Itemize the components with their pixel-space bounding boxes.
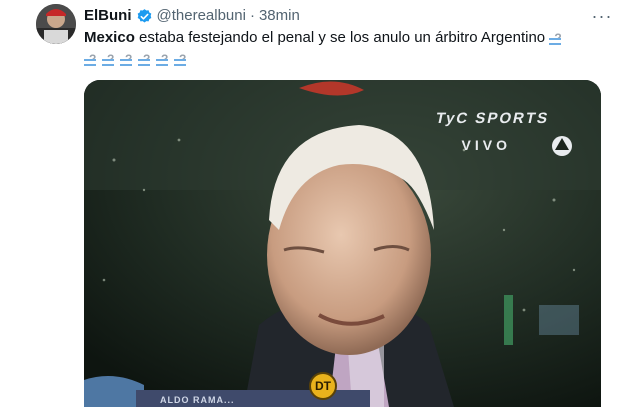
handle[interactable]: @therealbuni [157,6,246,26]
video-frame [84,80,601,407]
flag-emoji-icon: ? [549,29,563,47]
tweet-text: Mexico estaba festejando el penal y se l… [84,28,604,68]
avatar-image [36,4,76,44]
tweet-header: ElBuni @therealbuni · 38min [84,6,595,26]
flag-emoji-icon: ? [138,50,152,68]
tweet: ElBuni @therealbuni · 38min ··· Mexico e… [0,0,635,407]
video-media[interactable]: TyC SPORTS VIVO ALDO RAMA... DT [84,80,601,407]
emoji-group: ? ? ? ? ? ? [84,50,604,68]
dt-badge: DT [309,372,337,400]
flag-emoji-icon: ? [84,50,98,68]
timestamp[interactable]: 38min [259,6,300,26]
emoji-group: ? [549,29,563,47]
tweet-text-bold: Mexico [84,29,135,46]
flag-emoji-icon: ? [156,50,170,68]
avatar[interactable] [36,4,76,44]
separator-dot: · [249,7,255,24]
flag-emoji-icon: ? [174,50,188,68]
more-options-icon[interactable]: ··· [591,6,613,26]
display-name[interactable]: ElBuni [84,6,132,26]
broadcaster-crest-icon [552,136,572,156]
verified-badge-icon [137,8,151,23]
flag-emoji-icon: ? [120,50,134,68]
tweet-text-body: estaba festejando el penal y se los anul… [134,29,550,46]
flag-emoji-icon: ? [102,50,116,68]
live-label: VIVO [461,137,511,153]
broadcaster-logo: TyC SPORTS [434,110,551,127]
